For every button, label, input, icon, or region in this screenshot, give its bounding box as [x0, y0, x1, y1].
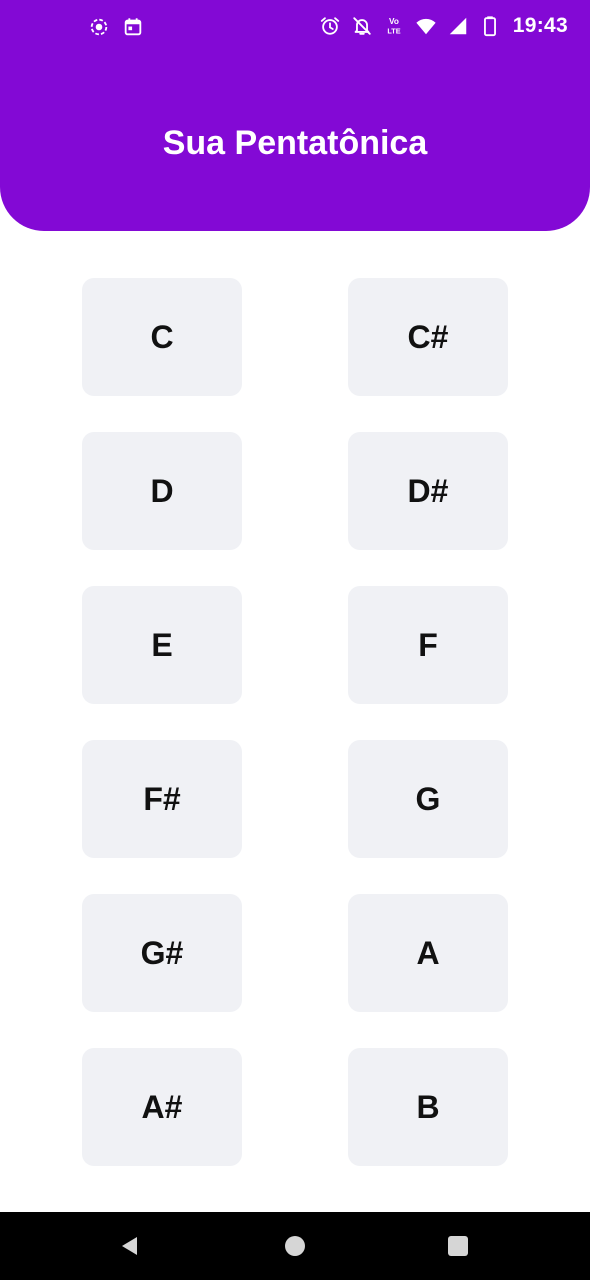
- note-button-a[interactable]: A: [348, 894, 508, 1012]
- note-button-c-sharp[interactable]: C#: [348, 278, 508, 396]
- home-icon: [285, 1236, 305, 1256]
- back-icon: [122, 1237, 137, 1255]
- navigation-bar: [0, 1212, 590, 1280]
- note-button-a-sharp[interactable]: A#: [82, 1048, 242, 1166]
- note-button-g-sharp[interactable]: G#: [82, 894, 242, 1012]
- note-button-b[interactable]: B: [348, 1048, 508, 1166]
- back-button[interactable]: [100, 1212, 160, 1280]
- note-button-d-sharp[interactable]: D#: [348, 432, 508, 550]
- note-button-d[interactable]: D: [82, 432, 242, 550]
- note-button-g[interactable]: G: [348, 740, 508, 858]
- home-button[interactable]: [265, 1212, 325, 1280]
- note-button-c[interactable]: C: [82, 278, 242, 396]
- note-grid: C C# D D# E F F# G G# A A# B: [0, 0, 590, 1212]
- note-button-f-sharp[interactable]: F#: [82, 740, 242, 858]
- note-button-e[interactable]: E: [82, 586, 242, 704]
- recents-icon: [448, 1236, 468, 1256]
- note-button-f[interactable]: F: [348, 586, 508, 704]
- recents-button[interactable]: [428, 1212, 488, 1280]
